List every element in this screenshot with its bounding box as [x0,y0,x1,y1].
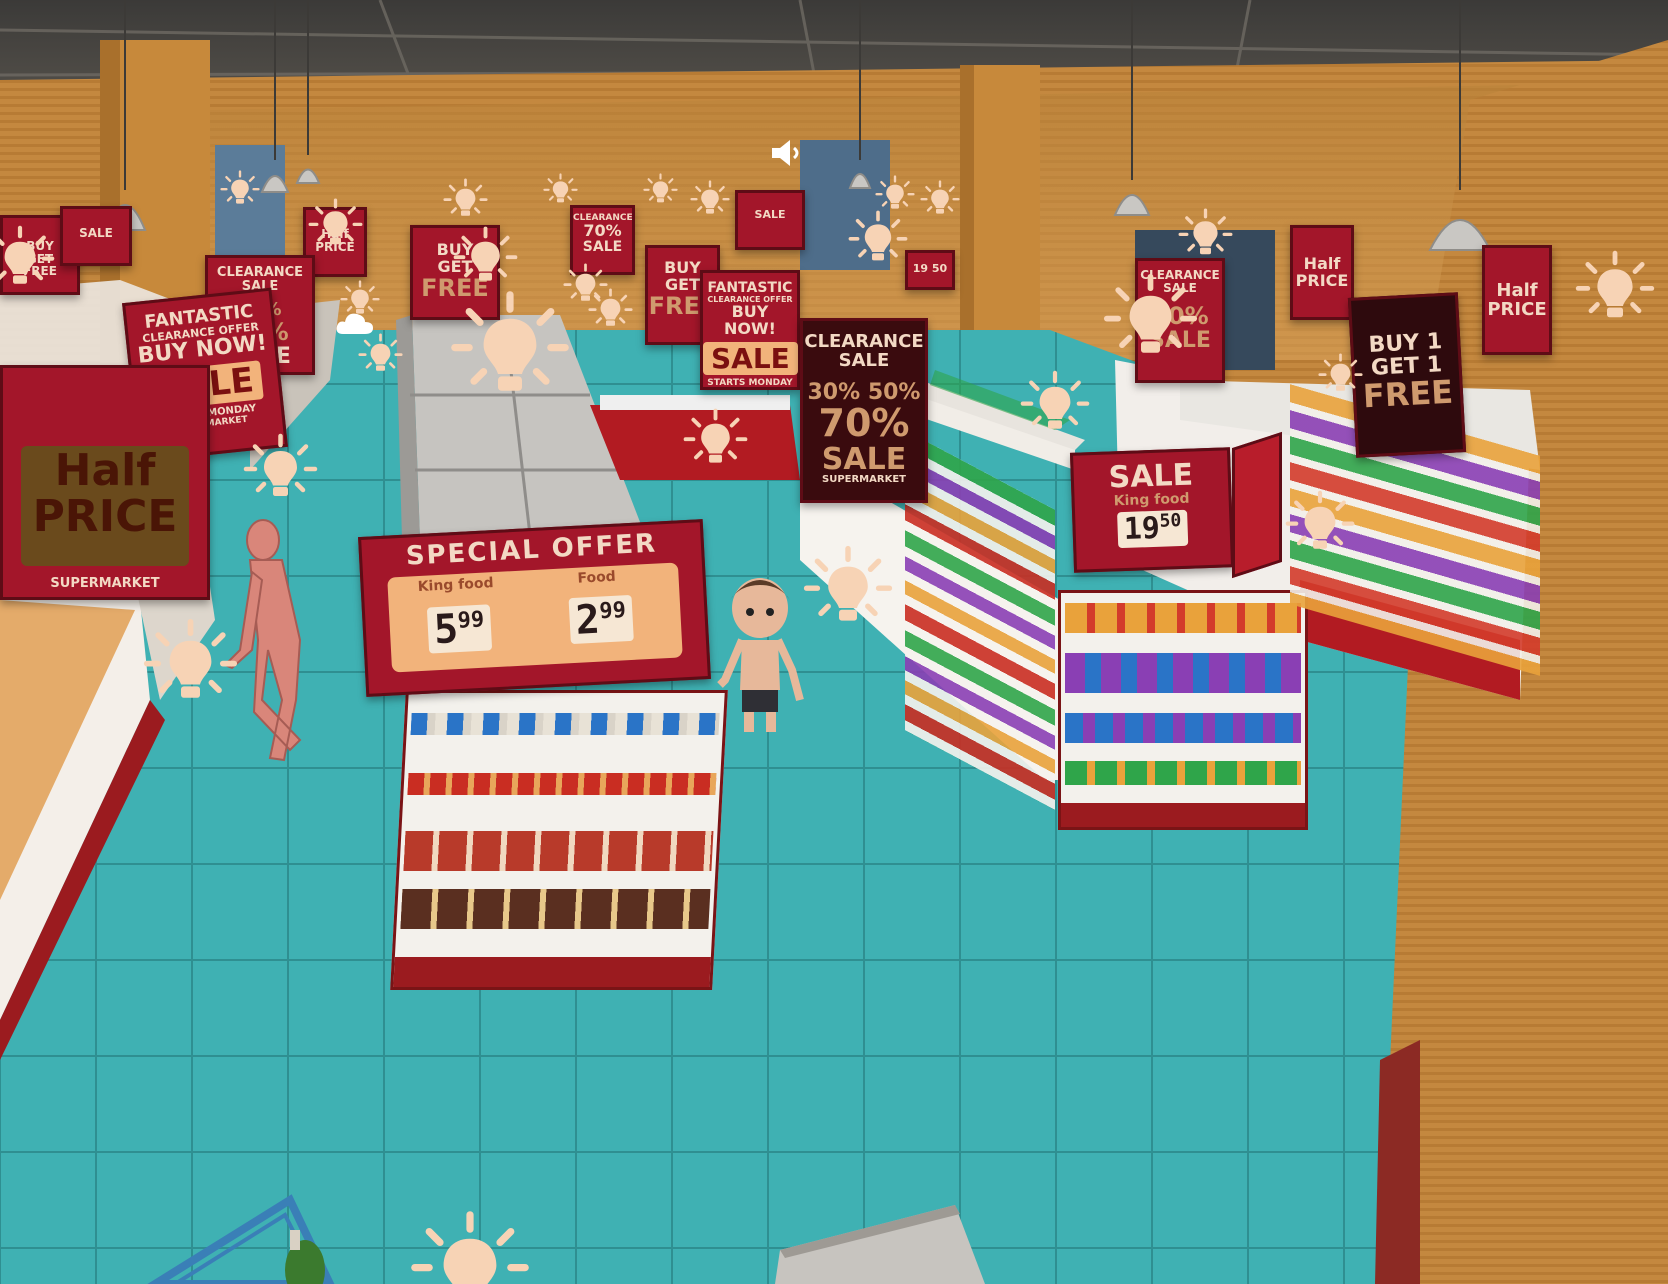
light-bulb-icon[interactable] [920,180,960,220]
light-bulb-icon[interactable] [803,545,893,635]
price-tag: 1950 [1117,509,1189,548]
light-bulb-icon[interactable] [453,226,518,291]
price-main: 2 [574,596,602,645]
light-bulb-icon[interactable] [442,177,488,223]
half-price-sign-right-2: Half PRICE [1482,245,1552,355]
light-bulb-icon[interactable] [450,290,570,410]
sign-text: SUPERMARKET [50,576,160,592]
sign-text: SALE [703,341,798,376]
offer-price-1: 599 [426,604,492,654]
price-cents: 99 [457,607,485,634]
speaker-icon[interactable] [768,138,808,168]
light-bulb-icon[interactable] [308,198,363,253]
price-main: 5 [432,606,460,654]
sign-text: SALE [79,226,113,240]
light-bulb-icon[interactable] [1575,250,1655,330]
special-offer-sign: SPECIAL OFFER King food Food 599 299 [358,519,711,697]
sign-text: SALE [821,441,907,477]
light-bulb-icon[interactable] [587,287,633,333]
sign-text: Half [54,445,156,496]
light-bulb-icon[interactable] [243,433,318,508]
light-bulb-icon[interactable] [220,170,260,210]
price-cents: 99 [598,598,627,625]
sign-text: 19 50 [912,262,948,275]
sign-text: CLEARANCE [216,265,304,280]
offer-item-label: King food [417,575,494,596]
clearance-sign-center: CLEARANCE SALE 30% 50% 70% SALE SUPERMAR… [800,318,928,503]
light-bulb-icon[interactable] [1020,370,1090,440]
light-bulb-icon[interactable] [357,332,403,378]
light-bulb-icon[interactable] [642,172,678,208]
half-price-sign-left: Half PRICE SUPERMARKET [0,365,210,600]
far-sign-price: 19 50 [905,250,955,290]
sign-text: STARTS MONDAY [707,378,793,389]
sign-text: FANTASTIC [707,280,793,296]
sign-text: SALE [754,208,786,221]
offer-item-label: Food [577,569,617,587]
far-sign-sale-2: SALE [735,190,805,250]
light-bulb-icon[interactable] [410,1210,530,1284]
sign-text: FREE [1361,372,1455,416]
light-bulb-icon[interactable] [875,175,915,215]
sign-text: 70% [583,221,622,241]
sign-text: PRICE [1295,270,1349,290]
sign-text: SALE [838,349,890,371]
light-bulb-icon[interactable] [1285,490,1355,560]
light-bulb-icon[interactable] [1178,208,1233,263]
light-bulb-icon[interactable] [0,225,55,295]
supermarket-scene: BUY GET FREE SALE Half PRICE SALE 19 50 … [0,0,1668,1284]
child-character [717,578,804,732]
sale-sign-side-panel [1232,431,1282,579]
half-price-sign-right-1: Half PRICE [1290,225,1354,320]
light-bulb-icon[interactable] [848,210,908,270]
cloud-icon[interactable] [335,310,375,338]
sign-text: PRICE [32,491,178,543]
price-main: 19 [1123,510,1161,548]
offer-panel: King food Food 599 299 [387,562,683,673]
sign-text: SALE [582,239,623,256]
light-bulb-icon[interactable] [1317,352,1363,398]
sign-text: PRICE [1487,298,1547,320]
sign-text: BUY NOW! [724,302,776,338]
bogof-sign-right: BUY 1 GET 1 FREE [1347,292,1467,458]
light-bulb-icon[interactable] [1103,273,1198,368]
light-bulb-icon[interactable] [542,172,578,208]
sale-price-sign: SALE King food 1950 [1069,447,1235,573]
fantastic-sign-center: FANTASTIC CLEARANCE OFFER BUY NOW! SALE … [700,270,800,390]
light-bulb-icon[interactable] [683,408,748,473]
light-bulb-icon[interactable] [690,180,730,220]
sign-text: 70% [818,400,910,445]
sign-text: SUPERMARKET [822,474,906,486]
offer-price-2: 299 [568,595,634,645]
far-sign-sale-1: SALE [60,206,132,266]
price-cents: 50 [1159,510,1182,532]
light-bulb-icon[interactable] [143,618,238,713]
